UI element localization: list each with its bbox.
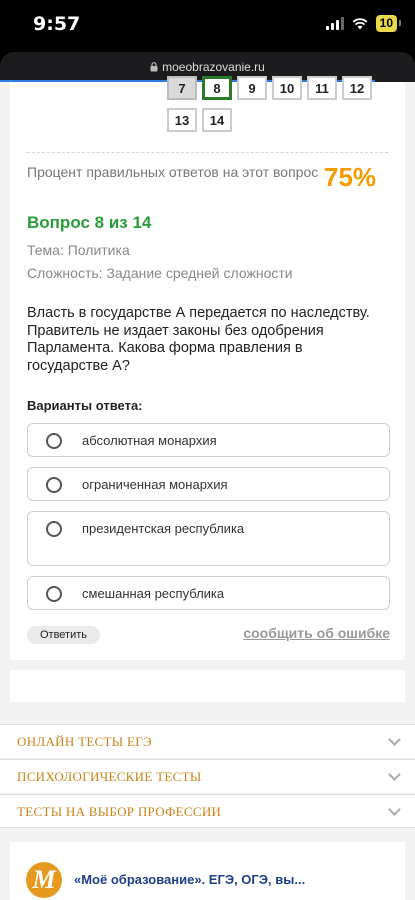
status-time: 9:57	[33, 13, 81, 35]
radio-button[interactable]	[46, 521, 62, 537]
correct-percent-value: 75%	[324, 162, 377, 192]
accordion-label: ОНЛАЙН ТЕСТЫ ЕГЭ	[17, 734, 152, 749]
answers-heading: Варианты ответа:	[27, 398, 143, 413]
accordion-label: ПСИХОЛОГИЧЕСКИЕ ТЕСТЫ	[17, 769, 202, 784]
answer-option-label: президентская республика	[82, 521, 245, 536]
wifi-icon	[352, 17, 368, 29]
battery-icon: 10	[375, 15, 402, 32]
question-topic: Тема: Политика	[27, 242, 130, 258]
dashed-divider	[27, 152, 388, 153]
answer-option-1[interactable]: абсолютная монархия	[27, 423, 390, 457]
signal-icon	[325, 17, 344, 30]
answer-option-label: абсолютная монархия	[82, 433, 217, 448]
answer-option-3[interactable]: президентская республика	[27, 511, 390, 566]
page-number-14[interactable]: 14	[202, 108, 232, 132]
radio-button[interactable]	[46, 477, 62, 493]
accordion-item-career-tests[interactable]: ТЕСТЫ НА ВЫБОР ПРОФЕССИИ	[0, 794, 415, 828]
radio-button[interactable]	[46, 433, 62, 449]
answer-option-2[interactable]: ограниченная монархия	[27, 467, 390, 501]
accordion-item-psychology-tests[interactable]: ПСИХОЛОГИЧЕСКИЕ ТЕСТЫ	[0, 759, 415, 793]
site-logo[interactable]: М	[26, 862, 62, 898]
submit-answer-button[interactable]: Ответить	[27, 626, 100, 644]
answer-option-4[interactable]: смешанная республика	[27, 576, 390, 610]
report-error-link[interactable]: сообщить об ошибке	[243, 625, 390, 641]
chevron-down-icon	[388, 803, 401, 816]
answer-option-label: ограниченная монархия	[82, 477, 228, 492]
site-footer: М «Моё образование». ЕГЭ, ОГЭ, вы...	[10, 842, 405, 900]
question-title: Вопрос 8 из 14	[27, 213, 152, 232]
url-text: moeobrazovanie.ru	[162, 60, 265, 74]
radio-button[interactable]	[46, 586, 62, 602]
page-number-13[interactable]: 13	[167, 108, 197, 132]
page-number-7[interactable]: 7	[167, 76, 197, 100]
chevron-down-icon	[388, 733, 401, 746]
status-icons: 10	[325, 15, 402, 32]
answer-option-label: смешанная республика	[82, 586, 225, 601]
page-number-9[interactable]: 9	[237, 76, 267, 100]
empty-panel	[10, 670, 405, 702]
page-number-8-current[interactable]: 8	[202, 76, 232, 100]
question-difficulty: Сложность: Задание средней сложности	[27, 265, 293, 281]
page-number-11[interactable]: 11	[307, 76, 337, 100]
page-number-10[interactable]: 10	[272, 76, 302, 100]
chevron-down-icon	[388, 768, 401, 781]
accordion-item-ege-tests[interactable]: ОНЛАЙН ТЕСТЫ ЕГЭ	[0, 724, 415, 758]
question-text: Власть в государстве А передается по нас…	[27, 305, 370, 374]
lock-icon	[150, 62, 158, 72]
status-bar: 9:57 10	[0, 0, 415, 52]
accordion-label: ТЕСТЫ НА ВЫБОР ПРОФЕССИИ	[17, 804, 222, 819]
page-number-12[interactable]: 12	[342, 76, 372, 100]
question-card: 7 8 9 10 11 12 13 14 Процент правильных …	[10, 76, 405, 660]
footer-title[interactable]: «Моё образование». ЕГЭ, ОГЭ, вы...	[74, 872, 305, 887]
correct-percent-label: Процент правильных ответов на этот вопро…	[27, 164, 319, 180]
